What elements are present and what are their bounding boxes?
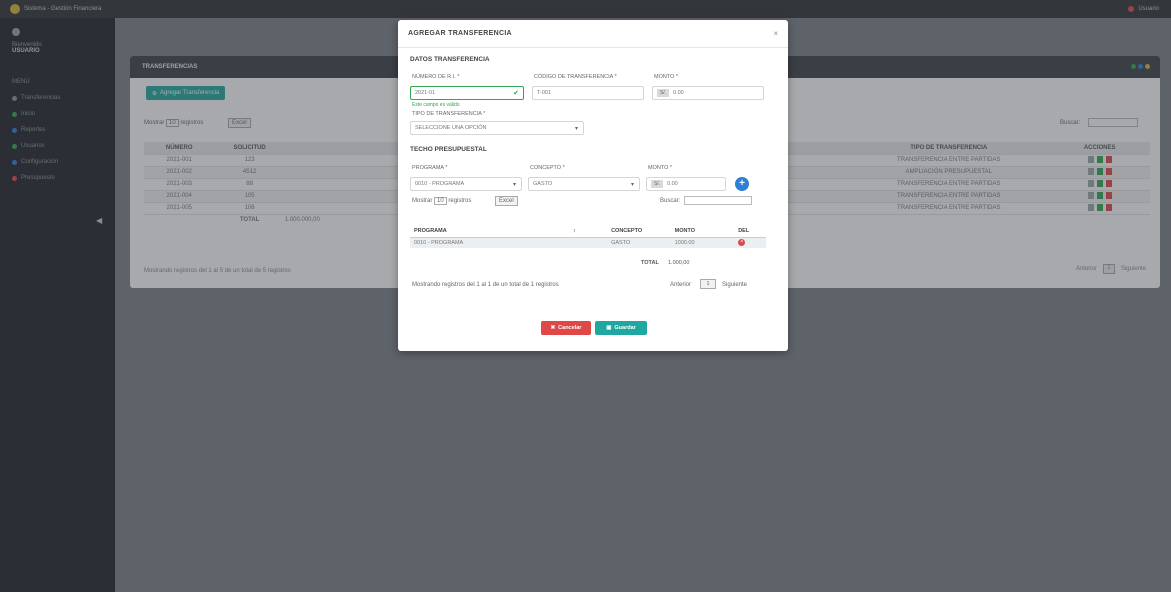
- excel-button[interactable]: Excel: [495, 196, 518, 206]
- table-row: 0010 - PROGRAMA GASTO 1000.00 ×: [410, 237, 766, 248]
- prev-page-button[interactable]: Anterior: [670, 282, 691, 288]
- cell-empty: [568, 237, 608, 248]
- page-button[interactable]: 1: [700, 279, 716, 289]
- budget-amount-input[interactable]: S/. 0.00: [646, 177, 726, 191]
- currency-addon: S/.: [657, 89, 669, 97]
- cell-concepto: GASTO: [607, 237, 671, 248]
- entries-label: registros: [448, 198, 472, 204]
- modal-total-value: 1.000,00: [668, 260, 690, 266]
- program-label: PROGRAMA *: [412, 165, 448, 171]
- transfer-type-value: SELECCIONE UNA OPCIÓN: [415, 125, 487, 131]
- add-row-button[interactable]: +: [735, 177, 749, 191]
- cell-programa: 0010 - PROGRAMA: [410, 237, 569, 248]
- ri-number-label: NÚMERO DE R.I. *: [412, 74, 460, 80]
- cell-del: ×: [734, 237, 766, 248]
- budget-amount-label: MONTO *: [648, 165, 673, 171]
- save-label: Guardar: [614, 325, 636, 331]
- budget-amount-value: 0.00: [667, 181, 678, 187]
- cancel-button[interactable]: ✖ Cancelar: [541, 321, 591, 335]
- amount-label: MONTO *: [654, 74, 679, 80]
- search-input[interactable]: [684, 196, 752, 205]
- transfer-code-label: CÓDIGO DE TRANSFERENCIA *: [534, 74, 617, 80]
- program-select[interactable]: 0010 - PROGRAMA ▾: [410, 177, 522, 191]
- col-sort[interactable]: ↕: [568, 225, 608, 238]
- table-header-row: PROGRAMA ↕ CONCEPTO MONTO DEL: [410, 225, 766, 238]
- currency-addon: S/.: [651, 180, 663, 188]
- chevron-down-icon: ▾: [630, 181, 634, 188]
- ri-number-input[interactable]: 2021-01 ✔: [410, 86, 524, 100]
- program-value: 0010 - PROGRAMA: [415, 181, 465, 187]
- concept-label: CONCEPTO *: [530, 165, 565, 171]
- modal-total-label: TOTAL: [641, 260, 659, 266]
- cell-monto: 1000.00: [670, 237, 735, 248]
- cancel-label: Cancelar: [558, 325, 582, 331]
- transfer-code-value: T-001: [537, 90, 552, 96]
- entries-select[interactable]: 10: [434, 197, 447, 205]
- search-label: Buscar:: [660, 198, 681, 204]
- transfer-code-input[interactable]: T-001: [532, 86, 644, 100]
- ri-number-value: 2021-01: [415, 90, 436, 96]
- col-programa[interactable]: PROGRAMA: [410, 225, 569, 238]
- concept-select[interactable]: GASTO ▾: [528, 177, 640, 191]
- ri-number-hint: Este campo es válido: [412, 102, 460, 108]
- save-icon: ▣: [606, 325, 612, 331]
- concept-value: GASTO: [533, 181, 553, 187]
- transfer-type-select[interactable]: SELECCIONE UNA OPCIÓN ▾: [410, 121, 584, 135]
- close-icon: ✖: [550, 325, 556, 331]
- modal-title: AGREGAR TRANSFERENCIA: [398, 20, 788, 48]
- delete-icon[interactable]: ×: [738, 239, 746, 247]
- budget-table: PROGRAMA ↕ CONCEPTO MONTO DEL 0010 - PRO…: [410, 225, 766, 248]
- amount-input[interactable]: S/. 0.00: [652, 86, 764, 100]
- show-label: Mostrar: [412, 198, 433, 204]
- col-del[interactable]: DEL: [734, 225, 766, 238]
- amount-value: 0.00: [673, 90, 684, 96]
- next-page-button[interactable]: Siguiente: [722, 282, 747, 288]
- chevron-down-icon: ▾: [512, 181, 516, 188]
- modal-table-info: Mostrando registros del 1 al 1 de un tot…: [412, 282, 559, 288]
- add-transfer-modal: AGREGAR TRANSFERENCIA × DATOS TRANSFEREN…: [398, 20, 788, 351]
- chevron-down-icon: ▾: [574, 125, 578, 132]
- close-icon[interactable]: ×: [773, 29, 778, 38]
- transfer-type-label: TIPO DE TRANSFERENCIA *: [412, 111, 486, 117]
- check-icon: ✔: [513, 90, 519, 97]
- col-concepto[interactable]: CONCEPTO: [607, 225, 671, 238]
- modal-entries-control: Mostrar 10 registros: [412, 197, 472, 205]
- section-budget: TECHO PRESUPUESTAL: [410, 146, 487, 153]
- save-button[interactable]: ▣ Guardar: [595, 321, 647, 335]
- col-monto[interactable]: MONTO: [670, 225, 735, 238]
- section-transfer-data: DATOS TRANSFERENCIA: [410, 56, 490, 63]
